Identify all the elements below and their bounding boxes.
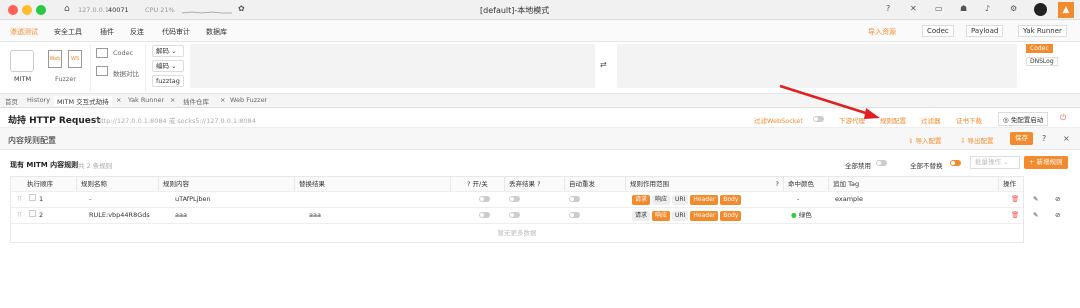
auto-resend-toggle[interactable] <box>565 192 580 207</box>
col-content: 规则内容 <box>159 177 295 191</box>
rule-order: 2 <box>39 211 44 219</box>
table-row: ⠿ 2 RULE:vbp44R8Gds aaa aaa 请求 响应 URI Heade… <box>11 207 1060 223</box>
no-replace-toggle[interactable] <box>950 160 961 166</box>
export-config-button[interactable]: ⇩ 导出配置 <box>960 135 994 145</box>
append-tag <box>831 208 835 223</box>
close-icon[interactable]: × <box>1063 134 1070 143</box>
save-button[interactable]: 保存 <box>1010 132 1033 145</box>
col-resend: 自动重发 <box>565 177 626 191</box>
col-drop: 丢弃结果 ? <box>505 177 565 191</box>
panel-title: 内容规则配置 <box>8 136 56 145</box>
rule-list-title: 现有 MITM 内容规则 <box>10 161 79 169</box>
col-name: 规则名称 <box>77 177 159 191</box>
rule-scope: 请求 响应 URI Header Body <box>628 208 743 223</box>
col-tag: 追加 Tag <box>829 177 999 191</box>
delete-icon[interactable]: 🗑 <box>1007 208 1019 223</box>
rule-replace <box>305 192 309 207</box>
disable-all-toggle[interactable] <box>876 160 887 166</box>
col-order: 执行顺序 <box>11 177 77 191</box>
rule-enable-toggle[interactable] <box>475 208 490 223</box>
rule-content: uTAfPLjben <box>175 195 211 203</box>
rule-order: 1 <box>39 195 44 203</box>
import-config-button[interactable]: ⇪ 导入配置 <box>908 135 942 145</box>
rule-name: - <box>89 195 92 203</box>
col-color: 命中颜色 <box>784 177 829 191</box>
delete-icon[interactable]: 🗑 <box>1007 192 1019 207</box>
rule-replace: aaa <box>309 211 321 219</box>
col-scope: 规则作用范围? <box>626 177 784 191</box>
col-replace: 替换结果 <box>295 177 451 191</box>
drop-result-toggle[interactable] <box>505 192 520 207</box>
rule-config-panel-header: 内容规则配置 ⇪ 导入配置 ⇩ 导出配置 保存 ? × <box>0 128 1080 150</box>
table-row: ⠿ 1 - uTAfPLjben 请求 响应 URI Header Body - exa… <box>11 191 1060 207</box>
rule-count: 共 2 条规则 <box>78 162 113 170</box>
rule-scope: 请求 响应 URI Header Body <box>628 192 743 207</box>
rule-enable-toggle[interactable] <box>475 192 490 207</box>
hit-color: ● 绿色 <box>791 211 812 219</box>
disable-all-label: 全部禁用 <box>845 162 871 170</box>
auto-resend-toggle[interactable] <box>565 208 580 223</box>
drop-result-toggle[interactable] <box>505 208 520 223</box>
edit-icon[interactable]: ✎ <box>1029 192 1038 207</box>
disable-icon[interactable]: ⊘ <box>1051 208 1060 223</box>
drag-handle-icon[interactable]: ⠿ <box>13 208 22 223</box>
edit-icon[interactable]: ✎ <box>1029 208 1038 223</box>
disable-icon[interactable]: ⊘ <box>1051 192 1060 207</box>
batch-operation-select[interactable]: 批量操作 ⌄ <box>970 156 1020 169</box>
rules-table: 执行顺序 规则名称 规则内容 替换结果 ? 开/关 丢弃结果 ? 自动重发 规则… <box>10 176 1060 243</box>
empty-footer: 暂无更多数据 <box>11 223 1023 243</box>
no-replace-label: 全部不替换 <box>910 162 943 170</box>
append-tag: example <box>835 195 863 203</box>
rule-name: RULE:vbp44R8Gds <box>89 211 150 219</box>
col-toggle: ? 开/关 <box>451 177 505 191</box>
col-actions: 操作 <box>999 177 1023 191</box>
help-icon[interactable]: ? <box>1042 134 1046 143</box>
hit-color: - <box>797 195 800 203</box>
add-rule-button[interactable]: + 新增规则 <box>1024 156 1068 169</box>
drag-handle-icon[interactable]: ⠿ <box>13 192 22 207</box>
rule-content: aaa <box>175 211 187 219</box>
annotation-arrow <box>779 84 880 119</box>
